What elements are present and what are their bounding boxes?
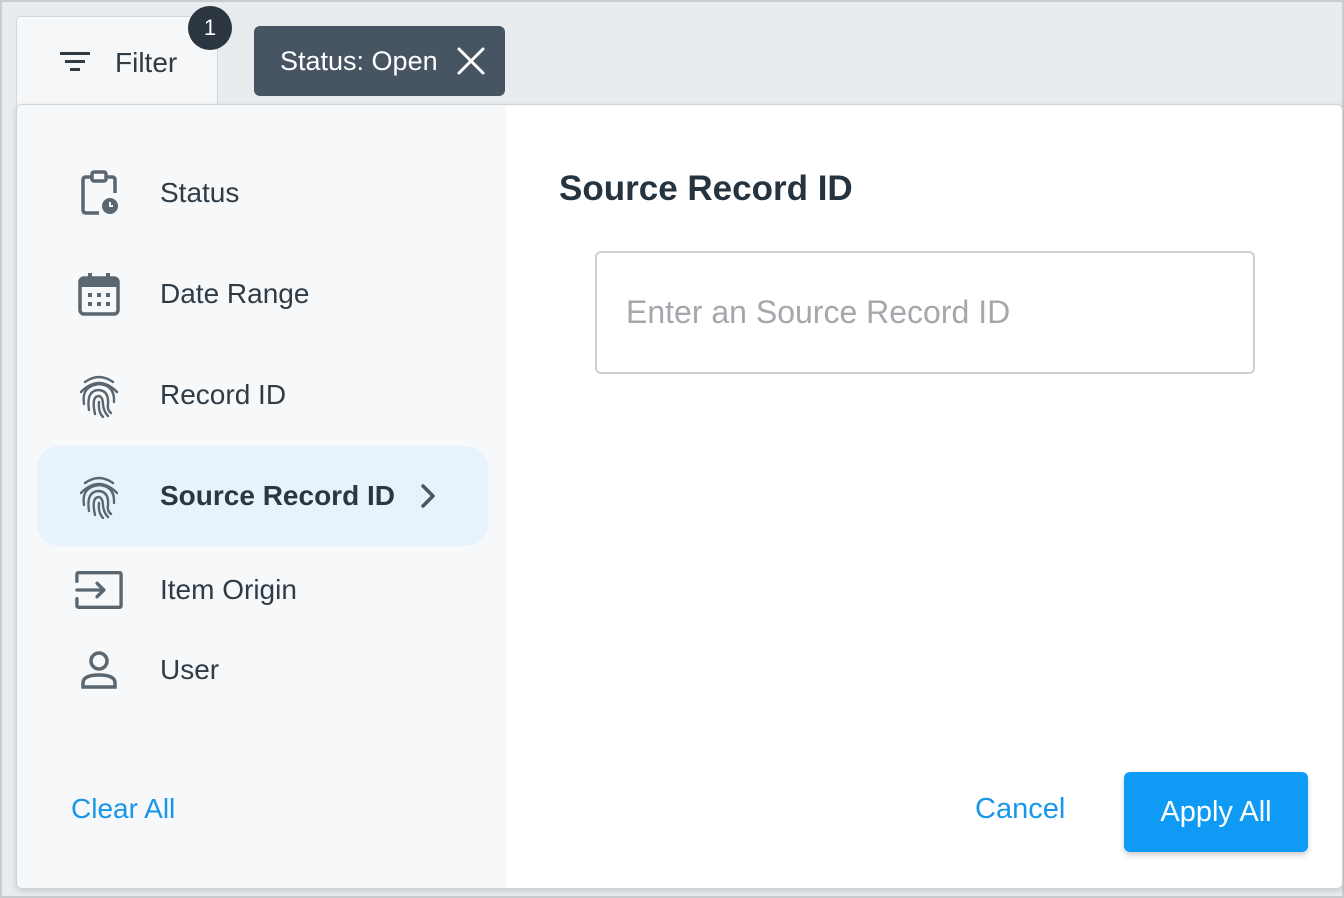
sidebar-item-date-range[interactable]: Date Range — [37, 244, 488, 344]
sidebar-item-label: Item Origin — [160, 574, 297, 605]
filter-count-badge: 1 — [188, 6, 232, 50]
sidebar-item-label: Source Record ID — [160, 480, 395, 511]
clipboard-clock-icon — [75, 169, 123, 217]
sidebar-item-user[interactable]: User — [37, 620, 488, 720]
filter-label: Filter — [115, 46, 178, 78]
fingerprint-icon — [75, 371, 123, 419]
filter-icon — [60, 51, 90, 71]
sidebar-item-source-record-id[interactable]: Source Record ID — [37, 446, 488, 546]
active-filter-chip: Status: Open — [254, 26, 505, 96]
app-frame: Filter 1 Status: Open Status Date Range … — [0, 0, 1344, 898]
cancel-button[interactable]: Cancel — [975, 793, 1065, 826]
sidebar-item-label: Record ID — [160, 379, 287, 410]
apply-all-button[interactable]: Apply All — [1124, 772, 1308, 852]
input-arrow-icon — [75, 566, 123, 614]
sidebar-item-label: User — [160, 654, 220, 685]
calendar-icon — [75, 270, 123, 318]
source-record-id-input[interactable] — [595, 251, 1255, 374]
sidebar-item-label: Status — [160, 177, 240, 208]
sidebar-item-label: Date Range — [160, 278, 310, 309]
sidebar-item-status[interactable]: Status — [37, 143, 488, 243]
filter-panel: Status Date Range Record ID Source Recor… — [16, 104, 1343, 889]
sidebar-item-record-id[interactable]: Record ID — [37, 345, 488, 445]
user-icon — [75, 646, 123, 694]
section-title: Source Record ID — [559, 169, 853, 208]
fingerprint-icon — [75, 472, 123, 520]
chip-label: Status: Open — [280, 45, 438, 76]
close-icon[interactable] — [455, 45, 487, 77]
chevron-right-icon — [421, 484, 435, 508]
filter-sidebar: Status Date Range Record ID Source Recor… — [17, 105, 506, 888]
clear-all-button[interactable]: Clear All — [71, 793, 175, 825]
